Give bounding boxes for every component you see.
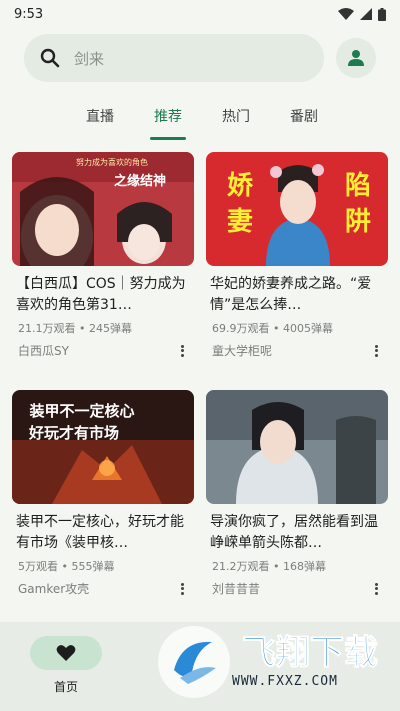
tab-bar: 直播 推荐 热门 番剧 [66,104,338,140]
battery-icon [378,7,386,21]
video-stats: 69.9万观看 • 4005弹幕 [212,322,333,335]
more-vert-icon[interactable] [176,344,188,358]
video-card[interactable]: 装甲不一定核心 好玩才有市场 装甲不一定核心，好玩才能有市场《装甲核… 5万观看… [12,390,194,600]
search-icon [40,48,60,68]
more-vert-icon[interactable] [370,344,382,358]
thumb-text: 陷 [345,171,371,201]
video-author[interactable]: 白西瓜SY [18,342,69,359]
thumb-text: 之缘结神 [114,173,166,189]
thumb-text: 阱 [345,207,371,237]
nav-home-label: 首页 [53,680,78,694]
thumb-text: 娇 [227,171,254,201]
tab-bangumi[interactable]: 番剧 [270,104,338,140]
status-icons [338,7,386,21]
video-author[interactable]: 刘昔昔昔 [212,580,260,597]
video-stats: 21.1万观看 • 245弹幕 [18,322,132,335]
person-icon [348,50,364,66]
video-thumbnail[interactable]: 装甲不一定核心 好玩才有市场 [12,390,194,504]
video-author[interactable]: 童大学柜呢 [212,342,272,359]
video-grid: 努力成为喜欢的角色 之缘结神 【白西瓜】COS｜努力成为喜欢的角色第31… 21… [12,152,388,600]
video-stats: 5万观看 • 555弹幕 [18,560,115,573]
video-title[interactable]: 装甲不一定核心，好玩才能有市场《装甲核… [12,512,194,554]
video-stats: 21.2万观看 • 168弹幕 [212,560,326,573]
heart-icon [56,645,76,661]
watermark-brand: 飞翔下载 [242,633,378,673]
thumb-text: 装甲不一定核心 [28,402,134,420]
more-vert-icon[interactable] [176,582,188,596]
thumb-text: 好玩才有市场 [28,424,119,442]
search-bar[interactable]: 剑来 [24,34,324,82]
wifi-icon [338,8,354,20]
avatar-button[interactable] [336,38,376,78]
video-title[interactable]: 导演你疯了，居然能看到温峥嵘单箭头陈都… [206,512,388,554]
signal-icon [360,8,372,20]
status-time: 9:53 [14,6,44,22]
video-title[interactable]: 华妃的娇妻养成之路。“爱情”是怎么捧… [206,274,388,316]
more-vert-icon[interactable] [370,582,382,596]
video-thumbnail[interactable] [206,390,388,504]
tab-recommend[interactable]: 推荐 [134,104,202,140]
video-card[interactable]: 导演你疯了，居然能看到温峥嵘单箭头陈都… 21.2万观看 • 168弹幕 刘昔昔… [206,390,388,600]
video-thumbnail[interactable]: 努力成为喜欢的角色 之缘结神 [12,152,194,266]
video-author[interactable]: Gamker攻壳 [18,580,89,597]
video-title[interactable]: 【白西瓜】COS｜努力成为喜欢的角色第31… [12,274,194,316]
tab-hot[interactable]: 热门 [202,104,270,140]
thumb-text: 妻 [227,207,253,237]
tab-live[interactable]: 直播 [66,104,134,140]
nav-home-button[interactable] [30,636,102,670]
watermark-url: WWW.FXXZ.COM [232,674,338,689]
status-bar: 9:53 [0,0,400,28]
search-placeholder: 剑来 [74,49,105,68]
video-card[interactable]: 娇 陷 妻 阱 华妃的娇妻养成之路。“爱情”是怎么捧… 69.9万观看 • 40… [206,152,388,362]
video-thumbnail[interactable]: 娇 陷 妻 阱 [206,152,388,266]
video-card[interactable]: 努力成为喜欢的角色 之缘结神 【白西瓜】COS｜努力成为喜欢的角色第31… 21… [12,152,194,362]
thumb-text: 努力成为喜欢的角色 [76,157,148,167]
